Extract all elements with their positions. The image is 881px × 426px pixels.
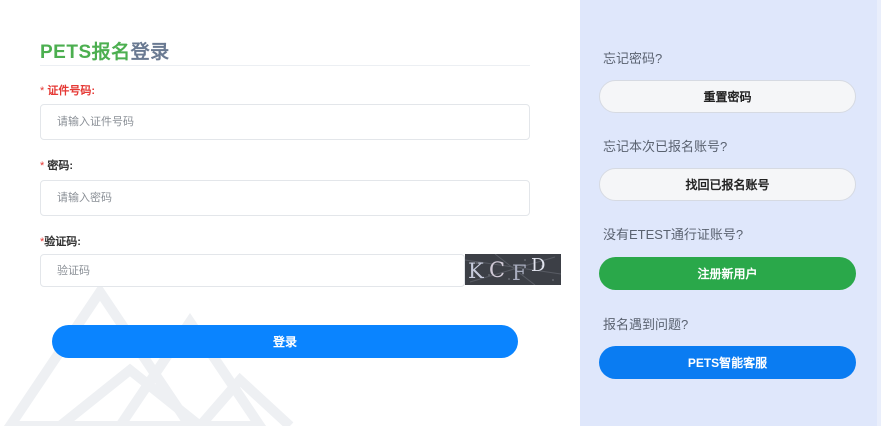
id-number-label: * 证件号码: [40,82,95,98]
title-divider [40,65,530,66]
register-button[interactable]: 注册新用户 [599,257,856,290]
help-sidebar: 忘记密码? 重置密码 忘记本次已报名账号? 找回已报名账号 没有ETEST通行证… [580,0,881,426]
page-title: PETS报名登录 [40,37,170,64]
required-mark: * [40,160,45,172]
page-title-action: 登录 [130,42,170,63]
id-number-label-text: 证件号码: [47,85,96,97]
forgot-password-text: 忘记密码? [603,51,663,66]
password-label: * 密码: [40,157,73,173]
forgot-account-text: 忘记本次已报名账号? [603,139,728,154]
captcha-label: *验证码: [40,233,81,249]
captcha-char: F [512,261,527,285]
id-number-input[interactable] [40,104,530,140]
recover-account-button[interactable]: 找回已报名账号 [599,168,856,201]
captcha-label-text: 验证码: [44,236,81,248]
help-text: 报名遇到问题? [603,317,689,332]
required-mark: * [40,85,45,97]
captcha-char: D [531,255,546,276]
password-input[interactable] [40,180,530,216]
captcha-image[interactable]: K C F D [465,254,561,285]
captcha-input[interactable] [40,254,465,287]
sidebar-edge [877,0,881,426]
login-button[interactable]: 登录 [52,325,518,358]
page-title-brand: PETS报名 [40,42,131,63]
customer-service-button[interactable]: PETS智能客服 [599,346,856,379]
reset-password-button[interactable]: 重置密码 [599,80,856,113]
login-panel: PETS报名登录 * 证件号码: * 密码: *验证码: 登录 [0,0,580,426]
password-label-text: 密码: [47,160,74,172]
captcha-char: K [468,259,484,283]
captcha-char: C [489,258,506,282]
no-account-text: 没有ETEST通行证账号? [603,227,744,242]
